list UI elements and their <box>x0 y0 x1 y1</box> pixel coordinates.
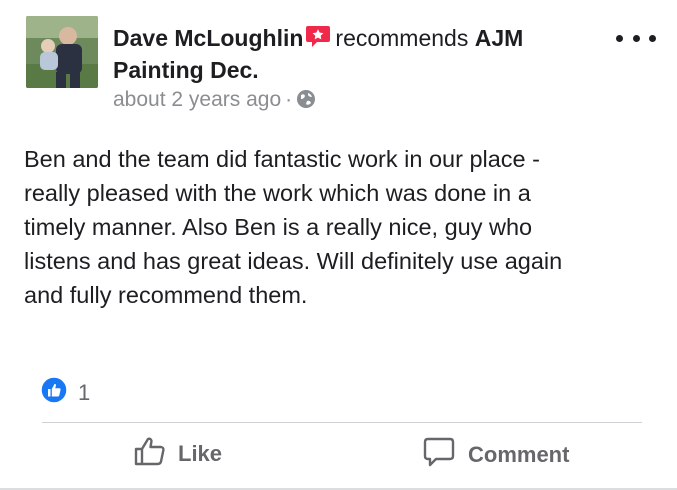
meta-separator: · <box>285 88 293 111</box>
avatar[interactable] <box>26 16 98 88</box>
recommends-verb: recommends <box>335 25 469 51</box>
comment-button[interactable]: Comment <box>422 436 569 474</box>
post-body: Ben and the team did fantastic work in o… <box>24 146 563 308</box>
recommendation-post: Dave McLoughlin recommends AJM Painting D… <box>0 0 677 490</box>
recommend-icon <box>305 25 331 49</box>
avatar-photo <box>26 16 98 88</box>
actions-divider <box>42 422 642 423</box>
like-reaction-icon <box>40 376 68 409</box>
post-timestamp[interactable]: about 2 years ago <box>113 88 281 111</box>
more-options-icon[interactable] <box>616 28 656 48</box>
like-label: Like <box>178 441 223 466</box>
reactions-summary[interactable]: 1 <box>40 376 90 409</box>
author-name[interactable]: Dave McLoughlin <box>113 25 303 51</box>
post-meta: about 2 years ago · <box>113 86 316 114</box>
thumbs-up-icon <box>134 436 178 472</box>
comment-bubble-icon <box>422 436 468 474</box>
reaction-count: 1 <box>78 379 91 405</box>
globe-icon <box>296 89 316 109</box>
comment-label: Comment <box>468 442 570 467</box>
post-header: Dave McLoughlin recommends AJM Painting D… <box>113 22 613 86</box>
like-button[interactable]: Like <box>134 436 222 472</box>
